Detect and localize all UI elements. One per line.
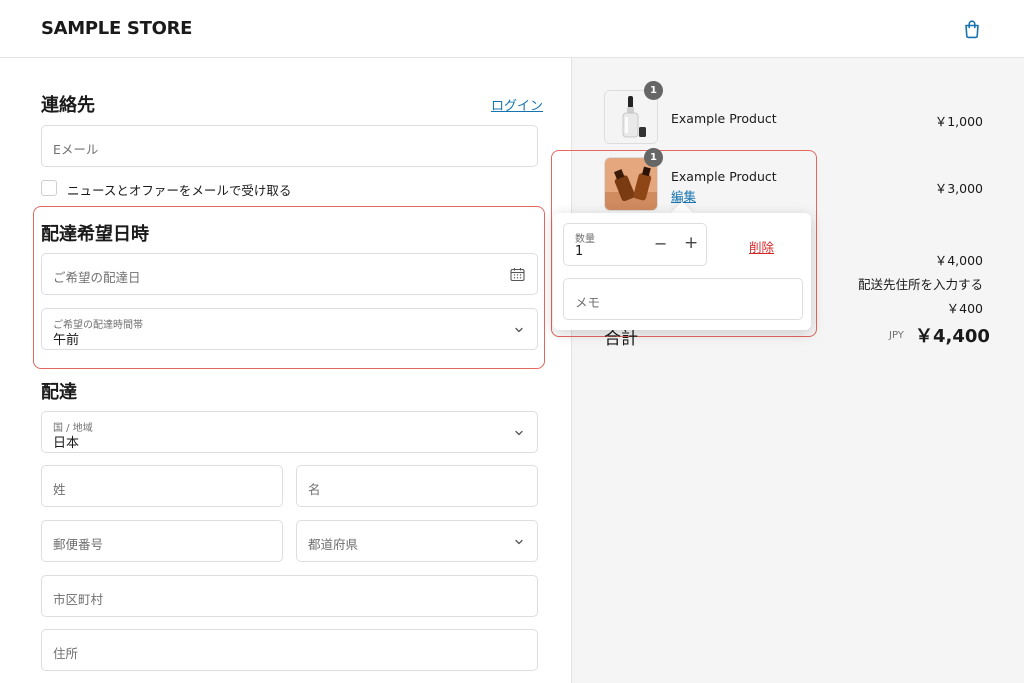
calendar-icon[interactable] — [510, 267, 525, 282]
subtotal-value: ￥4,000 — [934, 253, 983, 268]
chevron-down-icon — [515, 430, 523, 436]
currency-code: JPY — [889, 330, 904, 341]
product-price: ￥3,000 — [934, 181, 983, 196]
shipping-value: ￥400 — [946, 301, 983, 316]
last-name-placeholder: 姓 — [53, 482, 66, 497]
product-name: Example Product — [671, 169, 777, 184]
delivery-time-select[interactable]: ご希望の配達時間帯 午前 — [41, 308, 538, 350]
first-name-placeholder: 名 — [308, 482, 321, 497]
site-header: SAMPLE STORE — [0, 0, 1024, 58]
delivery-date-field[interactable]: ご希望の配達日 — [41, 253, 538, 295]
postal-code-placeholder: 郵便番号 — [53, 537, 104, 552]
memo-field[interactable]: メモ — [563, 278, 803, 320]
quantity-value: 1 — [575, 244, 584, 259]
edit-item-link[interactable]: 編集 — [671, 186, 696, 205]
quantity-badge: 1 — [644, 148, 663, 167]
store-logo[interactable]: SAMPLE STORE — [41, 18, 192, 39]
city-placeholder: 市区町村 — [53, 592, 104, 607]
first-name-field[interactable]: 名 — [296, 465, 538, 507]
shipping-heading: 配達 — [41, 382, 77, 403]
quantity-stepper[interactable]: 数量 1 − + — [563, 223, 707, 266]
delivery-date-heading: 配達希望日時 — [41, 224, 149, 245]
prefecture-placeholder: 都道府県 — [308, 537, 359, 552]
country-value: 日本 — [53, 436, 80, 451]
total-value: ￥4,400 — [915, 326, 990, 347]
newsletter-label: ニュースとオファーをメールで受け取る — [67, 183, 292, 198]
product-name: Example Product — [671, 111, 777, 126]
quantity-label: 数量 — [575, 234, 595, 245]
delivery-time-value: 午前 — [53, 333, 80, 348]
address-field[interactable]: 住所 — [41, 629, 538, 671]
country-select[interactable]: 国 / 地域 日本 — [41, 411, 538, 453]
delete-item-link[interactable]: 削除 — [749, 237, 774, 256]
delivery-date-placeholder: ご希望の配達日 — [53, 270, 141, 285]
item-editor-popup: 数量 1 − + 削除 メモ — [553, 213, 811, 330]
prefecture-select[interactable]: 都道府県 — [296, 520, 538, 562]
address-placeholder: 住所 — [53, 646, 79, 661]
quantity-increase-button[interactable]: + — [684, 233, 698, 253]
city-field[interactable]: 市区町村 — [41, 575, 538, 617]
shipping-note: 配送先住所を入力する — [857, 277, 983, 292]
email-field[interactable]: Eメール — [41, 125, 538, 167]
postal-code-field[interactable]: 郵便番号 — [41, 520, 283, 562]
email-placeholder: Eメール — [53, 142, 99, 157]
product-price: ￥1,000 — [934, 114, 983, 129]
newsletter-checkbox[interactable] — [41, 180, 57, 196]
quantity-decrease-button[interactable]: − — [654, 234, 667, 253]
contact-heading: 連絡先 — [41, 95, 95, 116]
last-name-field[interactable]: 姓 — [41, 465, 283, 507]
chevron-down-icon — [515, 327, 523, 333]
memo-placeholder: メモ — [575, 295, 601, 310]
chevron-down-icon — [515, 539, 523, 545]
shopping-bag-icon[interactable] — [962, 19, 982, 39]
login-link[interactable]: ログイン — [491, 95, 543, 114]
quantity-badge: 1 — [644, 81, 663, 100]
